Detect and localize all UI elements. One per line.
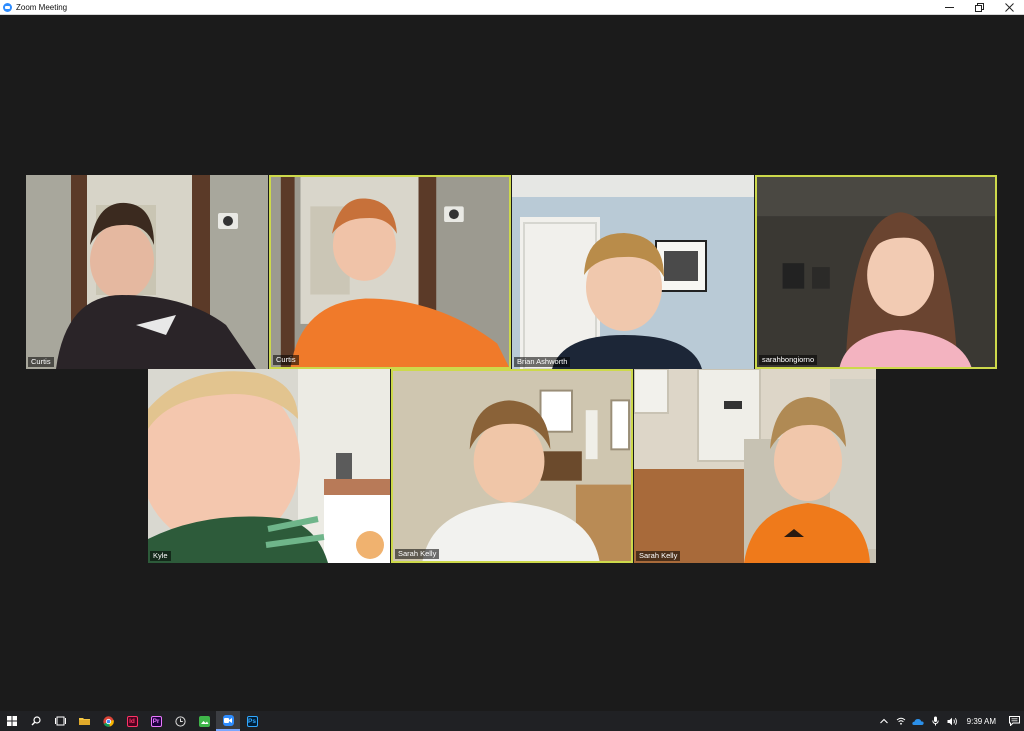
- zoom-taskbar-button[interactable]: [216, 711, 240, 731]
- search-icon: [31, 716, 41, 726]
- participant-video: [393, 371, 631, 561]
- video-tile-kyle[interactable]: Kyle: [148, 369, 390, 563]
- close-icon: [1004, 2, 1014, 12]
- chrome-button[interactable]: [96, 711, 120, 731]
- participant-video: [757, 177, 995, 367]
- video-tile-sarah-kelly-2[interactable]: Sarah Kelly: [634, 369, 876, 563]
- zoom-app-icon: [3, 2, 12, 12]
- participant-name: Curtis: [28, 357, 54, 367]
- photoshop-icon: Ps: [246, 715, 258, 727]
- start-button[interactable]: [0, 711, 24, 731]
- volume-icon[interactable]: [944, 711, 961, 731]
- premiere-icon: Pr: [150, 715, 162, 727]
- video-tile-brian-ashworth[interactable]: Brian Ashworth: [512, 175, 754, 369]
- task-view-icon: [54, 716, 66, 726]
- file-explorer-button[interactable]: [72, 711, 96, 731]
- window-title: Zoom Meeting: [16, 2, 68, 12]
- zoom-icon: [222, 714, 234, 726]
- system-tray: 9:39 AM: [876, 711, 1024, 731]
- windows-taskbar: Id Pr Ps 9:39 AM: [0, 711, 1024, 731]
- windows-start-icon: [7, 716, 17, 726]
- participant-video: [271, 177, 509, 367]
- action-center-icon[interactable]: [1004, 711, 1024, 731]
- minimize-icon: [944, 6, 954, 8]
- search-button[interactable]: [24, 711, 48, 731]
- task-view-button[interactable]: [48, 711, 72, 731]
- participant-name: Curtis: [273, 355, 299, 365]
- restore-icon: [974, 2, 984, 12]
- video-tile-curtis-2[interactable]: Curtis: [269, 175, 511, 369]
- participant-video: [512, 175, 754, 369]
- photoshop-button[interactable]: Ps: [240, 711, 264, 731]
- video-tile-sarah-kelly[interactable]: Sarah Kelly: [391, 369, 633, 563]
- indesign-icon: Id: [126, 715, 138, 727]
- file-explorer-icon: [78, 718, 90, 725]
- title-bar: Zoom Meeting: [0, 0, 1024, 15]
- restore-button[interactable]: [964, 0, 994, 15]
- indesign-button[interactable]: Id: [120, 711, 144, 731]
- participant-video: [634, 369, 876, 563]
- chevron-up-icon[interactable]: [876, 711, 893, 731]
- participant-name: Kyle: [150, 551, 171, 561]
- participant-name: Sarah Kelly: [395, 549, 440, 559]
- participant-name: Brian Ashworth: [514, 357, 571, 367]
- participant-name: sarahbongiorno: [759, 355, 818, 365]
- onedrive-icon[interactable]: [910, 711, 927, 731]
- participant-name: Sarah Kelly: [636, 551, 681, 561]
- chrome-icon: [102, 715, 114, 727]
- photos-app-button[interactable]: [192, 711, 216, 731]
- window-controls: [934, 0, 1024, 15]
- participant-video: [148, 369, 390, 563]
- video-gallery: Curtis Curtis Brian Ashworth sarahbongio…: [0, 15, 1024, 711]
- taskbar-clock[interactable]: 9:39 AM: [961, 717, 1004, 726]
- close-button[interactable]: [994, 0, 1024, 15]
- premiere-button[interactable]: Pr: [144, 711, 168, 731]
- clock-app-button[interactable]: [168, 711, 192, 731]
- microphone-icon[interactable]: [927, 711, 944, 731]
- participant-video: [26, 175, 268, 369]
- photos-app-icon: [198, 715, 210, 727]
- wifi-icon[interactable]: [893, 711, 910, 731]
- video-tile-sarahbongiorno[interactable]: sarahbongiorno: [755, 175, 997, 369]
- video-tile-curtis[interactable]: Curtis: [26, 175, 268, 369]
- clock-app-icon: [174, 715, 186, 727]
- minimize-button[interactable]: [934, 0, 964, 15]
